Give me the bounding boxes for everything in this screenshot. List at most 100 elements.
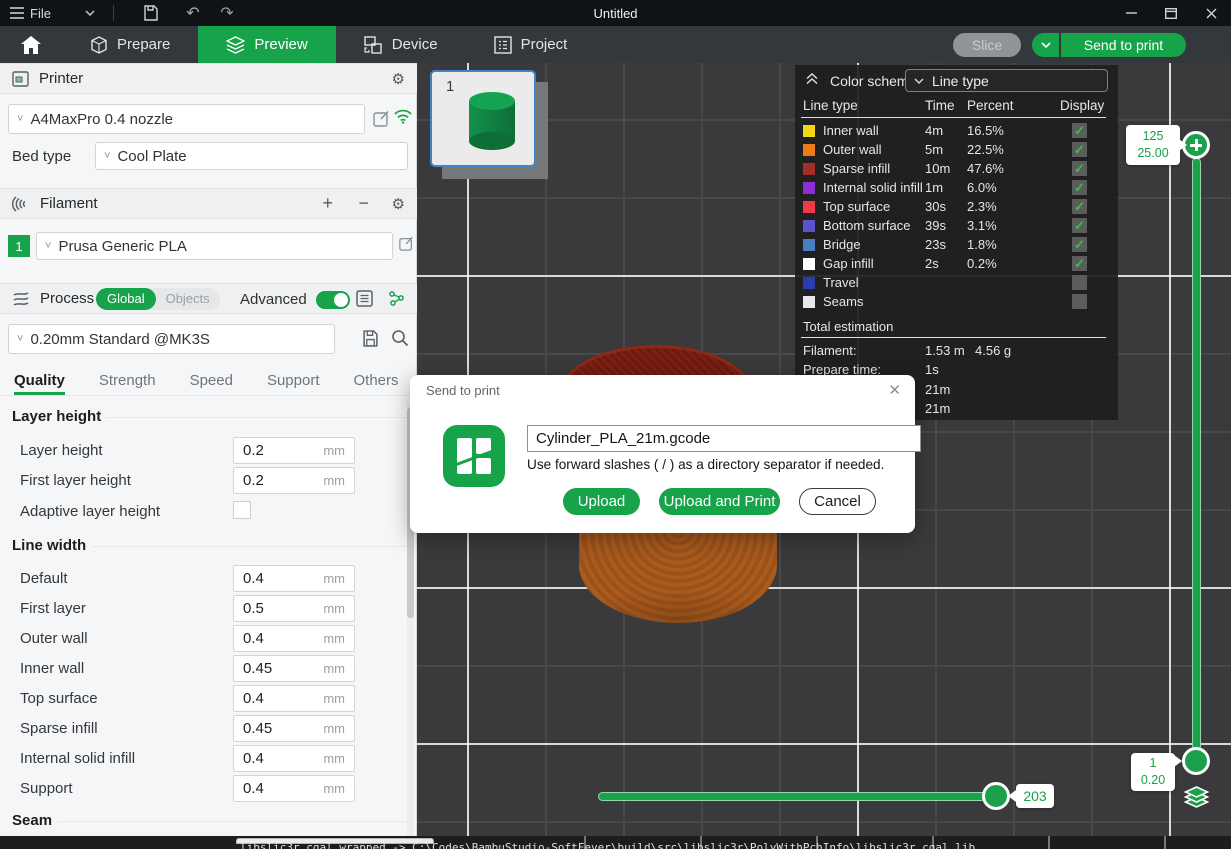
printer-settings-gear-icon[interactable]: ⚙ — [392, 70, 405, 88]
tab-speed[interactable]: Speed — [190, 366, 233, 395]
advanced-toggle[interactable] — [316, 291, 350, 309]
view-type-dropdown[interactable]: Line type — [905, 69, 1108, 92]
file-menu[interactable]: File — [0, 0, 59, 26]
tab-quality[interactable]: Quality — [14, 366, 65, 395]
inner-wall-line-width-label: Inner wall — [20, 660, 84, 677]
printer-preset-dropdown[interactable]: ˅ A4MaxPro 0.4 nozzle — [8, 104, 365, 134]
tab-support[interactable]: Support — [267, 366, 320, 395]
display-checkbox[interactable]: ✓ — [1072, 123, 1087, 138]
tab-strength[interactable]: Strength — [99, 366, 156, 395]
edit-filament-icon[interactable] — [399, 236, 414, 251]
plus-icon — [1187, 136, 1205, 154]
move-slider-handle[interactable] — [982, 782, 1010, 810]
edit-printer-icon[interactable] — [373, 110, 390, 127]
layers-stack-icon[interactable] — [1181, 785, 1212, 815]
upload-button[interactable]: Upload — [563, 488, 640, 515]
minimize-button[interactable] — [1111, 0, 1151, 26]
filament-slot-badge[interactable]: 1 — [8, 235, 30, 257]
process-list-icon[interactable] — [356, 290, 373, 307]
legend-row: Top surface 30s 2.3% ✓ — [795, 198, 1118, 217]
send-to-print-button[interactable]: Send to print — [1061, 33, 1186, 57]
display-checkbox[interactable]: ✓ — [1072, 256, 1087, 271]
add-filament-button[interactable]: + — [322, 193, 333, 214]
first-layer-height-input[interactable]: 0.2 mm — [233, 467, 355, 494]
tab-project[interactable]: Project — [466, 26, 596, 63]
tab-prepare[interactable]: Prepare — [62, 26, 198, 63]
outer-wall-line-width-input[interactable]: 0.4mm — [233, 625, 355, 652]
layer-range-slider-track[interactable] — [1192, 158, 1201, 750]
undo-icon[interactable]: ↶ — [180, 0, 206, 26]
legend-divider — [801, 117, 1106, 118]
display-checkbox[interactable]: ✓ — [1072, 218, 1087, 233]
layer-height-input[interactable]: 0.2 mm — [233, 437, 355, 464]
tooltip-arrow — [1179, 139, 1187, 151]
display-checkbox[interactable]: ✓ — [1072, 199, 1087, 214]
process-preset-dropdown[interactable]: ˅ 0.20mm Standard @MK3S — [8, 324, 335, 354]
move-slider-track[interactable] — [598, 792, 998, 801]
plate-thumbnail[interactable]: 1 — [430, 70, 536, 167]
dialog-close-icon[interactable]: ✕ — [888, 381, 901, 399]
search-icon[interactable] — [391, 329, 409, 347]
sparse-infill-line-width-label: Sparse infill — [20, 720, 98, 737]
file-menu-chevron-icon[interactable] — [77, 0, 103, 26]
save-preset-icon[interactable] — [362, 330, 379, 347]
main-nav-bar: Prepare Preview Device Project Slice Sen… — [0, 26, 1231, 63]
filament-weight-value: 4.56 g — [975, 343, 1011, 358]
bed-type-label: Bed type — [12, 148, 71, 165]
slice-button[interactable]: Slice — [953, 33, 1021, 57]
collapse-panel-icon[interactable] — [805, 73, 819, 85]
scope-global-button[interactable]: Global — [96, 288, 156, 310]
filament-spool-icon — [12, 196, 30, 212]
model-cylinder-body[interactable] — [579, 531, 777, 623]
plate-boundary-line — [1169, 63, 1171, 836]
process-tab-bar: Quality Strength Speed Support Others — [0, 366, 417, 396]
cancel-button[interactable]: Cancel — [799, 488, 876, 515]
inner-wall-line-width-input[interactable]: 0.45mm — [233, 655, 355, 682]
display-checkbox[interactable] — [1072, 294, 1087, 309]
close-button[interactable] — [1191, 0, 1231, 26]
top-surface-line-width-input[interactable]: 0.4mm — [233, 685, 355, 712]
tab-device[interactable]: Device — [336, 26, 466, 63]
color-swatch — [803, 163, 815, 175]
redo-icon[interactable]: ↷ — [214, 0, 240, 26]
filament-section-title: Filament — [40, 195, 98, 212]
tab-preview-label: Preview — [254, 36, 307, 53]
default-line-width-input[interactable]: 0.4mm — [233, 565, 355, 592]
first-layer-line-width-input[interactable]: 0.5mm — [233, 595, 355, 622]
upload-filename-input[interactable]: Cylinder_PLA_21m.gcode — [527, 425, 921, 452]
internal-solid-infill-line-width-input[interactable]: 0.4mm — [233, 745, 355, 772]
save-icon[interactable] — [138, 0, 164, 26]
filament-preset-dropdown[interactable]: ˅ Prusa Generic PLA — [36, 232, 393, 260]
tab-preview[interactable]: Preview — [198, 26, 335, 63]
sparse-infill-line-width-input[interactable]: 0.45mm — [233, 715, 355, 742]
compare-presets-icon[interactable] — [388, 290, 405, 307]
wifi-connection-icon[interactable] — [394, 109, 412, 124]
remove-filament-button[interactable]: − — [358, 193, 369, 214]
display-checkbox[interactable]: ✓ — [1072, 161, 1087, 176]
advanced-label: Advanced — [240, 291, 307, 308]
plate-number: 1 — [446, 78, 454, 95]
filament-settings-gear-icon[interactable]: ⚙ — [392, 195, 405, 213]
display-checkbox[interactable]: ✓ — [1072, 180, 1087, 195]
layer-slider-bottom-handle[interactable] — [1182, 747, 1210, 775]
send-options-chevron-icon[interactable] — [1032, 33, 1059, 57]
total-estimation-label: Total estimation — [803, 319, 893, 334]
tab-others[interactable]: Others — [354, 366, 399, 395]
bed-type-dropdown[interactable]: ˅ Cool Plate — [95, 142, 408, 170]
upload-and-print-button[interactable]: Upload and Print — [659, 488, 780, 515]
legend-divider — [801, 337, 1106, 338]
adaptive-layer-height-checkbox[interactable] — [233, 501, 251, 519]
maximize-button[interactable] — [1151, 0, 1191, 26]
display-checkbox[interactable]: ✓ — [1072, 237, 1087, 252]
legend-row: Sparse infill 10m 47.6% ✓ — [795, 160, 1118, 179]
directory-separator-hint: Use forward slashes ( / ) as a directory… — [527, 457, 884, 472]
thumbnail-cylinder-top — [469, 92, 515, 110]
display-checkbox[interactable]: ✓ — [1072, 142, 1087, 157]
display-checkbox[interactable] — [1072, 275, 1087, 290]
model-print-time-value: 21m — [925, 382, 950, 397]
tab-home[interactable] — [0, 26, 62, 63]
bottom-layer-tooltip: 1 0.20 — [1131, 753, 1175, 791]
filament-length-value: 1.53 m — [925, 343, 965, 358]
scope-objects-button[interactable]: Objects — [156, 291, 220, 306]
support-line-width-input[interactable]: 0.4mm — [233, 775, 355, 802]
